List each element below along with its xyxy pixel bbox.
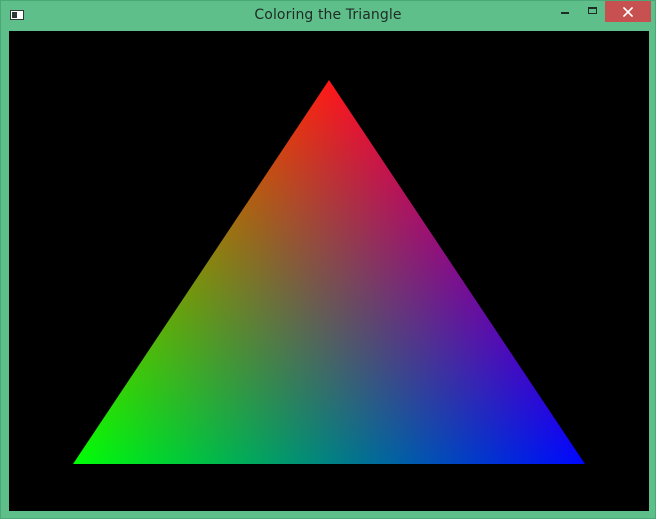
- rgb-triangle: [73, 80, 585, 464]
- minimize-button[interactable]: [552, 1, 578, 22]
- maximize-button[interactable]: [579, 1, 605, 22]
- close-button[interactable]: [605, 1, 651, 22]
- triangle-render: [73, 80, 585, 464]
- close-icon: [623, 6, 633, 17]
- opengl-canvas[interactable]: [9, 31, 649, 511]
- title-bar[interactable]: Coloring the Triangle: [1, 1, 655, 31]
- triangle-blue-channel: [73, 80, 585, 464]
- app-window: Coloring the Triangle: [0, 0, 656, 519]
- maximize-icon: [587, 6, 597, 14]
- minimize-icon: [561, 12, 569, 14]
